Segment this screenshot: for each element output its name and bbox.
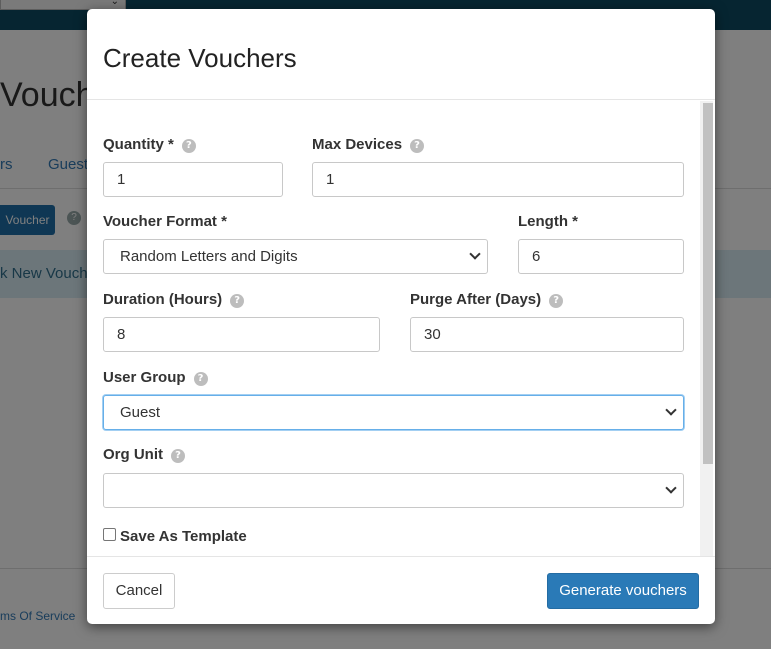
voucher-format-label: Voucher Format * [103,213,227,230]
purge-after-label: Purge After (Days)? [410,291,564,309]
help-icon[interactable]: ? [230,294,245,308]
max-devices-label: Max Devices? [312,136,425,154]
help-icon[interactable]: ? [193,372,208,386]
modal-scrollbar-thumb[interactable] [703,103,713,464]
length-label: Length * [518,213,578,230]
org-unit-select[interactable] [103,473,684,508]
cancel-button[interactable]: Cancel [103,573,175,609]
org-unit-label: Org Unit? [103,446,185,464]
org-unit-label-text: Org Unit [103,446,163,463]
user-group-label: User Group? [103,369,208,387]
max-devices-input[interactable]: 1 [312,162,684,197]
chevron-down-icon [665,482,677,494]
save-as-template-checkbox[interactable] [103,528,116,541]
quantity-label-text: Quantity * [103,136,174,153]
quantity-input[interactable]: 1 [103,162,283,197]
purge-after-label-text: Purge After (Days) [410,291,542,308]
quantity-label: Quantity *? [103,136,196,154]
generate-vouchers-button[interactable]: Generate vouchers [547,573,699,609]
chevron-down-icon [469,248,481,260]
purge-after-input[interactable]: 30 [410,317,684,352]
voucher-format-select[interactable]: Random Letters and Digits [103,239,488,274]
voucher-format-value: Random Letters and Digits [120,248,298,265]
length-input[interactable]: 6 [518,239,684,274]
user-group-value: Guest [120,404,161,421]
help-icon[interactable]: ? [549,294,564,308]
create-vouchers-modal: Create Vouchers Quantity *? 1 Max Device… [87,9,715,624]
help-icon[interactable]: ? [171,449,185,463]
modal-header: Create Vouchers [87,9,715,100]
chevron-down-icon [665,404,677,416]
modal-title: Create Vouchers [103,43,297,73]
user-group-select[interactable]: Guest [103,395,684,430]
duration-label: Duration (Hours)? [103,291,245,309]
max-devices-label-text: Max Devices [312,136,403,153]
duration-label-text: Duration (Hours) [103,291,223,308]
duration-input[interactable]: 8 [103,317,380,352]
help-icon[interactable]: ? [410,139,425,153]
modal-footer: Cancel Generate vouchers [87,556,715,624]
help-icon[interactable]: ? [181,139,196,153]
modal-body: Quantity *? 1 Max Devices? 1 Voucher For… [87,101,715,556]
user-group-label-text: User Group [103,369,186,386]
save-as-template-label[interactable]: Save As Template [120,528,247,545]
